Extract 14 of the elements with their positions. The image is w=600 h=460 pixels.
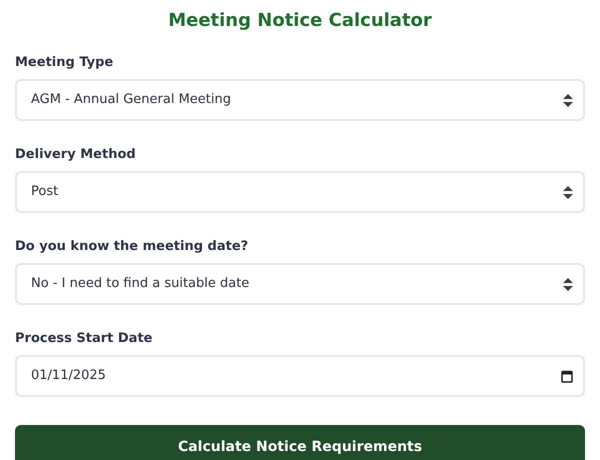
- sort-arrows-icon: [563, 278, 573, 290]
- form-title: Meeting Notice Calculator: [167, 9, 433, 33]
- field-label: Delivery Method: [15, 147, 137, 163]
- calendar-icon: [561, 370, 573, 382]
- calculate-button[interactable]: Calculate Notice Requirements: [15, 425, 585, 460]
- select-field[interactable]: AGM - Annual General Meeting: [15, 79, 585, 121]
- field-label: Process Start Date: [15, 331, 154, 347]
- select-field[interactable]: No - I need to find a suitable date: [15, 263, 585, 305]
- field-label: Do you know the meeting date?: [15, 239, 250, 255]
- select-field[interactable]: Post: [15, 171, 585, 213]
- field-label: Meeting Type: [15, 55, 114, 71]
- date-field[interactable]: 01/11/2025: [15, 355, 585, 397]
- sort-arrows-icon: [563, 94, 573, 106]
- sort-arrows-icon: [563, 186, 573, 198]
